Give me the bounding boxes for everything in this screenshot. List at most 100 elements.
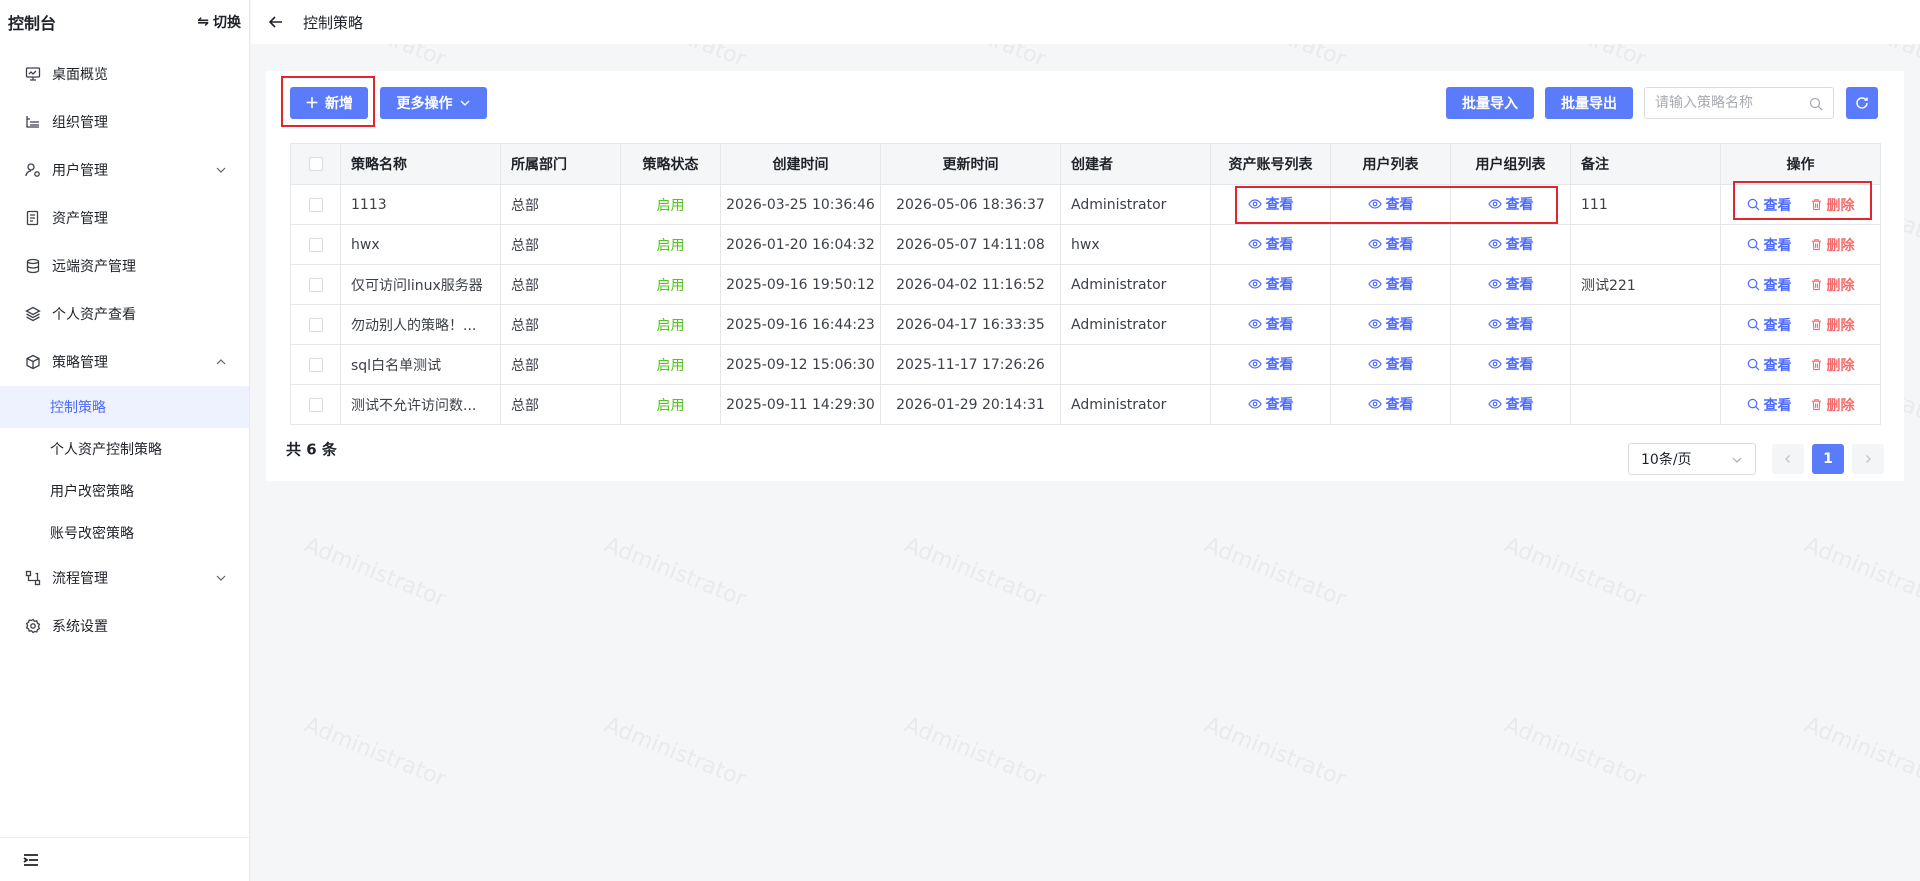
view-users-link[interactable]: 查看	[1367, 354, 1414, 374]
batch-export-button[interactable]: 批量导出	[1545, 87, 1633, 119]
delete-button[interactable]: 删除	[1810, 315, 1855, 335]
sidebar-subitem-personal-asset-policy[interactable]: 个人资产控制策略	[0, 428, 249, 470]
sidebar-subitem-account-password-policy[interactable]: 账号改密策略	[0, 512, 249, 554]
prev-page-button[interactable]	[1772, 444, 1804, 474]
delete-label: 删除	[1826, 317, 1855, 334]
delete-button[interactable]: 删除	[1810, 355, 1855, 375]
view-users-link[interactable]: 查看	[1367, 314, 1414, 334]
sidebar-item-workflow[interactable]: 流程管理	[0, 554, 249, 602]
view-users-link[interactable]: 查看	[1367, 274, 1414, 294]
view-user-groups-link[interactable]: 查看	[1487, 394, 1534, 414]
view-button[interactable]: 查看	[1747, 235, 1792, 255]
view-button[interactable]: 查看	[1747, 275, 1792, 295]
cell-dept: 总部	[500, 184, 621, 225]
delete-button[interactable]: 删除	[1810, 195, 1855, 215]
app-title: 控制台	[8, 14, 57, 33]
view-user-groups-link[interactable]: 查看	[1487, 274, 1534, 294]
sidebar-item-users[interactable]: 用户管理	[0, 146, 249, 194]
delete-button[interactable]: 删除	[1810, 275, 1855, 295]
view-label: 查看	[1763, 277, 1792, 294]
eye-icon	[1487, 399, 1502, 409]
collapse-sidebar-button[interactable]	[0, 837, 249, 881]
cell-asset-accounts: 查看	[1210, 304, 1331, 345]
layers-icon	[24, 305, 42, 323]
more-actions-button[interactable]: 更多操作	[380, 87, 487, 119]
trash-icon	[1811, 359, 1821, 371]
view-user-groups-link[interactable]: 查看	[1487, 234, 1534, 254]
back-arrow-icon[interactable]	[267, 13, 285, 31]
row-checkbox[interactable]	[308, 397, 323, 412]
batch-import-button[interactable]: 批量导入	[1446, 87, 1534, 119]
cell-created: 2025-09-16 19:50:12	[720, 264, 881, 305]
search-icon	[1747, 278, 1759, 291]
chevron-down-icon	[216, 167, 226, 173]
switch-button[interactable]: ⇋ 切换	[197, 12, 241, 32]
view-asset-accounts-link[interactable]: 查看	[1247, 354, 1294, 374]
refresh-button[interactable]	[1846, 87, 1878, 119]
eye-icon	[1247, 319, 1262, 329]
sidebar-item-desktop[interactable]: 桌面概览	[0, 50, 249, 98]
view-label: 查看	[1385, 197, 1414, 213]
eye-icon	[1487, 239, 1502, 249]
sidebar-item-personal-assets[interactable]: 个人资产查看	[0, 290, 249, 338]
cell-status: 启用	[620, 264, 721, 305]
table-row: hwx 总部 启用 2026-01-20 16:04:32 2026-05-07 14:…	[290, 224, 1881, 265]
delete-label: 删除	[1826, 397, 1855, 414]
trash-icon	[1811, 279, 1821, 291]
sidebar-subitem-user-password-policy[interactable]: 用户改密策略	[0, 470, 249, 512]
search-icon[interactable]	[1809, 97, 1823, 111]
cell-creator: Administrator	[1060, 264, 1211, 305]
row-checkbox[interactable]	[308, 357, 323, 372]
page-size-select[interactable]: 10条/页	[1628, 443, 1756, 475]
monitor-icon	[24, 65, 42, 83]
add-button[interactable]: ＋ 新增	[290, 87, 368, 119]
view-asset-accounts-link[interactable]: 查看	[1247, 394, 1294, 414]
delete-button[interactable]: 删除	[1810, 395, 1855, 415]
view-asset-accounts-link[interactable]: 查看	[1247, 274, 1294, 294]
cell-actions: 查看 删除	[1720, 184, 1881, 225]
org-icon	[24, 113, 42, 131]
sidebar-item-assets[interactable]: 资产管理	[0, 194, 249, 242]
view-button[interactable]: 查看	[1747, 395, 1792, 415]
view-users-link[interactable]: 查看	[1367, 234, 1414, 254]
cell-updated: 2026-01-29 20:14:31	[880, 384, 1061, 425]
sidebar-item-org[interactable]: 组织管理	[0, 98, 249, 146]
cell-actions: 查看 删除	[1720, 264, 1881, 305]
search-input[interactable]	[1655, 95, 1805, 111]
view-user-groups-link[interactable]: 查看	[1487, 314, 1534, 334]
row-checkbox[interactable]	[308, 197, 323, 212]
watermark-text: Administrator	[600, 532, 750, 613]
sidebar-header: 控制台 ⇋ 切换	[0, 0, 249, 44]
sidebar-item-remote-assets[interactable]: 远端资产管理	[0, 242, 249, 290]
view-user-groups-link[interactable]: 查看	[1487, 194, 1534, 214]
view-button[interactable]: 查看	[1747, 355, 1792, 375]
view-user-groups-link[interactable]: 查看	[1487, 354, 1534, 374]
view-button[interactable]: 查看	[1747, 195, 1792, 215]
view-asset-accounts-link[interactable]: 查看	[1247, 314, 1294, 334]
view-label: 查看	[1265, 197, 1294, 213]
row-checkbox[interactable]	[308, 277, 323, 292]
trash-icon	[1811, 319, 1821, 331]
view-asset-accounts-link[interactable]: 查看	[1247, 234, 1294, 254]
row-select-cell	[290, 184, 341, 225]
cell-name: 仅可访问linux服务器	[340, 264, 501, 305]
view-label: 查看	[1265, 357, 1294, 373]
table-row: 1113 总部 启用 2026-03-25 10:36:46 2026-05-06 18…	[290, 184, 1881, 225]
sidebar-item-settings[interactable]: 系统设置	[0, 602, 249, 650]
view-users-link[interactable]: 查看	[1367, 394, 1414, 414]
row-select-cell	[290, 384, 341, 425]
sidebar-subitem-control-policy[interactable]: 控制策略	[0, 386, 249, 428]
view-button[interactable]: 查看	[1747, 315, 1792, 335]
row-checkbox[interactable]	[308, 317, 323, 332]
cell-remark: 测试221	[1570, 264, 1721, 305]
sidebar-item-policy[interactable]: 策略管理	[0, 338, 249, 386]
table-body: 1113 总部 启用 2026-03-25 10:36:46 2026-05-06 18…	[290, 184, 1881, 425]
delete-button[interactable]: 删除	[1810, 235, 1855, 255]
page-number-current[interactable]: 1	[1812, 444, 1844, 474]
next-page-button[interactable]	[1852, 444, 1884, 474]
view-asset-accounts-link[interactable]: 查看	[1247, 194, 1294, 214]
row-checkbox[interactable]	[308, 237, 323, 252]
view-users-link[interactable]: 查看	[1367, 194, 1414, 214]
chevron-up-icon	[216, 359, 226, 365]
select-all-checkbox[interactable]	[308, 157, 323, 171]
